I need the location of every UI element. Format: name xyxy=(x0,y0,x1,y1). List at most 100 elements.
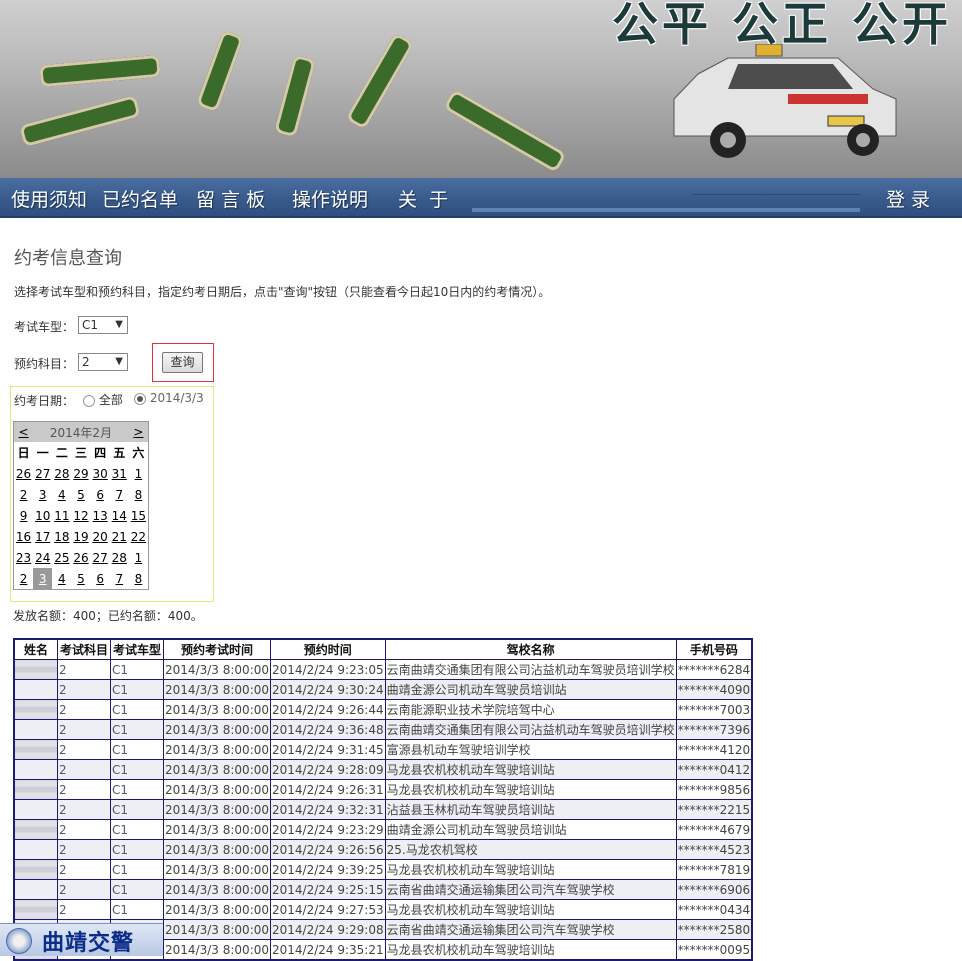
calendar-day[interactable]: 13 xyxy=(91,505,110,526)
calendar-day-link[interactable]: 5 xyxy=(77,488,85,502)
query-button[interactable]: 查询 xyxy=(162,352,203,373)
calendar-day-link[interactable]: 22 xyxy=(131,530,146,544)
calendar-day[interactable]: 26 xyxy=(71,547,90,568)
calendar-day-link[interactable]: 7 xyxy=(115,572,123,586)
calendar-day[interactable]: 27 xyxy=(91,547,110,568)
radio-all-button[interactable] xyxy=(83,394,95,407)
calendar-day[interactable]: 28 xyxy=(52,463,71,484)
calendar-day[interactable]: 14 xyxy=(110,505,129,526)
calendar-day-link[interactable]: 3 xyxy=(39,488,47,502)
calendar-day[interactable]: 29 xyxy=(71,463,90,484)
nav-item-instructions[interactable]: 使用须知 xyxy=(11,185,87,212)
calendar-day[interactable]: 31 xyxy=(110,463,129,484)
calendar-day-link[interactable]: 8 xyxy=(135,572,143,586)
calendar-day-link[interactable]: 19 xyxy=(73,530,88,544)
calendar-day-link[interactable]: 2 xyxy=(20,488,28,502)
calendar-day-link[interactable]: 18 xyxy=(54,530,69,544)
calendar-day[interactable]: 5 xyxy=(71,484,90,505)
calendar-day[interactable]: 26 xyxy=(14,463,34,484)
calendar-day-link[interactable]: 3 xyxy=(39,572,47,586)
calendar-day-link[interactable]: 20 xyxy=(92,530,107,544)
vehicle-type-select[interactable]: C1 ▼ xyxy=(78,316,128,334)
calendar-day-link[interactable]: 29 xyxy=(73,467,88,481)
calendar-day[interactable]: 3 xyxy=(33,568,53,590)
subject-select[interactable]: 2 ▼ xyxy=(78,353,128,371)
calendar-day[interactable]: 1 xyxy=(129,463,149,484)
calendar-day-link[interactable]: 26 xyxy=(73,551,88,565)
calendar-day[interactable]: 12 xyxy=(71,505,90,526)
calendar-day[interactable]: 4 xyxy=(52,484,71,505)
calendar-day-link[interactable]: 1 xyxy=(135,551,143,565)
calendar-day-link[interactable]: 24 xyxy=(35,551,50,565)
calendar-day-link[interactable]: 9 xyxy=(20,509,28,523)
calendar-day[interactable]: 3 xyxy=(33,484,52,505)
calendar-day-link[interactable]: 16 xyxy=(16,530,31,544)
nav-item-message-board[interactable]: 留 言 板 xyxy=(196,185,265,212)
calendar-day[interactable]: 2 xyxy=(14,484,34,505)
calendar-day-link[interactable]: 7 xyxy=(115,488,123,502)
calendar-day-link[interactable]: 8 xyxy=(135,488,143,502)
calendar-day-link[interactable]: 21 xyxy=(112,530,127,544)
calendar-day[interactable]: 7 xyxy=(110,568,129,590)
calendar-prev-month[interactable]: < xyxy=(13,421,34,442)
calendar-day-link[interactable]: 4 xyxy=(58,488,66,502)
nav-item-appointment-list[interactable]: 已约名单 xyxy=(102,185,178,212)
calendar-day-link[interactable]: 28 xyxy=(54,467,69,481)
calendar-day-link[interactable]: 23 xyxy=(16,551,31,565)
prev-month-link[interactable]: < xyxy=(19,425,29,439)
calendar-day-link[interactable]: 14 xyxy=(112,509,127,523)
calendar-day[interactable]: 10 xyxy=(33,505,52,526)
calendar-day-link[interactable]: 27 xyxy=(35,467,50,481)
calendar-day[interactable]: 15 xyxy=(129,505,149,526)
calendar-day[interactable]: 28 xyxy=(110,547,129,568)
calendar-day[interactable]: 8 xyxy=(129,484,149,505)
calendar-day[interactable]: 6 xyxy=(91,484,110,505)
calendar-next-month[interactable]: > xyxy=(128,421,149,442)
calendar-day[interactable]: 21 xyxy=(110,526,129,547)
calendar-day-link[interactable]: 12 xyxy=(73,509,88,523)
calendar-day[interactable]: 23 xyxy=(14,547,34,568)
calendar-day[interactable]: 24 xyxy=(33,547,52,568)
calendar-day-link[interactable]: 31 xyxy=(112,467,127,481)
calendar-day[interactable]: 5 xyxy=(71,568,90,590)
calendar-day[interactable]: 17 xyxy=(33,526,52,547)
radio-date-option[interactable]: 2014/3/3 xyxy=(134,391,204,405)
calendar-day[interactable]: 20 xyxy=(91,526,110,547)
calendar-day[interactable]: 16 xyxy=(14,526,34,547)
calendar-day[interactable]: 6 xyxy=(91,568,110,590)
calendar-day-link[interactable]: 6 xyxy=(96,488,104,502)
calendar-day[interactable]: 19 xyxy=(71,526,90,547)
calendar-day-link[interactable]: 15 xyxy=(131,509,146,523)
calendar-day-link[interactable]: 30 xyxy=(92,467,107,481)
radio-all-option[interactable]: 全部 xyxy=(83,391,123,408)
nav-item-operation-guide[interactable]: 操作说明 xyxy=(292,185,368,212)
calendar-day[interactable]: 8 xyxy=(129,568,149,590)
calendar-day[interactable]: 18 xyxy=(52,526,71,547)
calendar-day[interactable]: 22 xyxy=(129,526,149,547)
calendar-day-link[interactable]: 28 xyxy=(112,551,127,565)
calendar-day-link[interactable]: 25 xyxy=(54,551,69,565)
nav-item-about[interactable]: 关 于 xyxy=(398,185,448,212)
calendar-day-link[interactable]: 13 xyxy=(92,509,107,523)
calendar-day[interactable]: 7 xyxy=(110,484,129,505)
radio-date-button[interactable] xyxy=(134,392,146,405)
calendar-day[interactable]: 4 xyxy=(52,568,71,590)
calendar-day[interactable]: 1 xyxy=(129,547,149,568)
calendar-day[interactable]: 9 xyxy=(14,505,34,526)
calendar-day[interactable]: 2 xyxy=(14,568,34,590)
calendar-day-link[interactable]: 11 xyxy=(54,509,69,523)
calendar-day[interactable]: 30 xyxy=(91,463,110,484)
calendar-day-link[interactable]: 2 xyxy=(20,572,28,586)
calendar-day[interactable]: 27 xyxy=(33,463,52,484)
calendar-day[interactable]: 11 xyxy=(52,505,71,526)
calendar-day-link[interactable]: 1 xyxy=(135,467,143,481)
calendar-day-link[interactable]: 26 xyxy=(16,467,31,481)
login-link[interactable]: 登 录 xyxy=(886,185,930,212)
calendar-day-link[interactable]: 5 xyxy=(77,572,85,586)
calendar-day-link[interactable]: 10 xyxy=(35,509,50,523)
calendar-day-link[interactable]: 4 xyxy=(58,572,66,586)
next-month-link[interactable]: > xyxy=(133,425,143,439)
calendar-day-link[interactable]: 27 xyxy=(92,551,107,565)
calendar-day-link[interactable]: 6 xyxy=(96,572,104,586)
calendar-day[interactable]: 25 xyxy=(52,547,71,568)
